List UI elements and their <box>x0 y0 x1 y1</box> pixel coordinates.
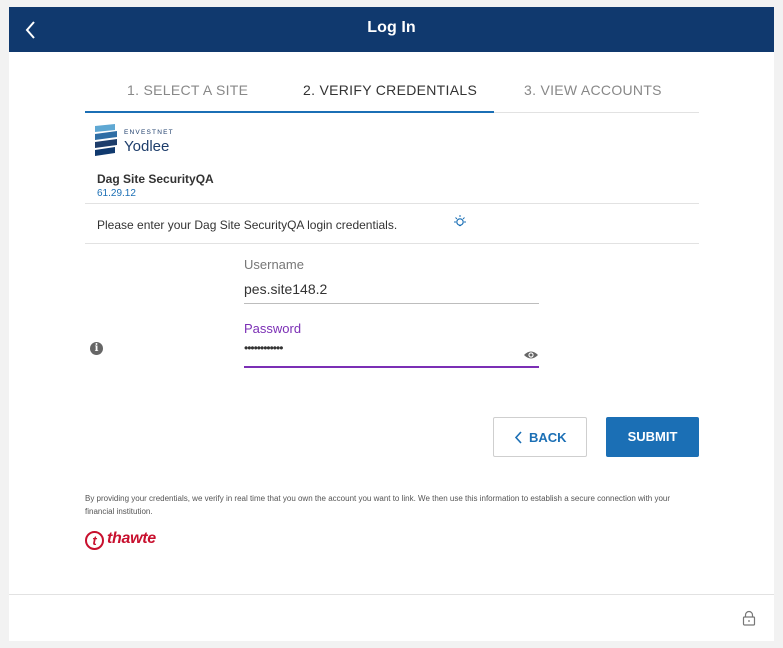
login-frame: Log In 1. SELECT A SITE 2. VERIFY CREDEN… <box>9 7 774 641</box>
chevron-left-icon <box>514 431 522 444</box>
header-bar: Log In <box>9 7 774 52</box>
thawte-text: thawte <box>107 530 156 547</box>
thawte-logo: t thawte <box>85 530 175 552</box>
thawte-mark: t <box>85 531 104 550</box>
back-button[interactable]: BACK <box>493 417 587 457</box>
site-version: 61.29.12 <box>97 188 136 199</box>
yodlee-logo-mark-icon <box>95 124 117 156</box>
disclaimer-text: By providing your credentials, we verify… <box>85 494 671 516</box>
username-input[interactable]: pes.site148.2 <box>244 281 327 297</box>
password-label: Password <box>244 321 302 336</box>
password-input[interactable]: •••••••••••• <box>244 341 283 355</box>
page-title: Log In <box>367 19 416 36</box>
info-icon[interactable]: i <box>90 342 103 355</box>
username-underline <box>244 303 539 304</box>
eye-icon[interactable] <box>523 349 539 361</box>
step-progress-underline <box>85 111 494 113</box>
divider <box>85 203 699 204</box>
instruction-text: Please enter your Dag Site SecurityQA lo… <box>97 218 398 232</box>
username-field[interactable]: Username pes.site148.2 <box>244 257 539 304</box>
step-view-accounts: 3. VIEW ACCOUNTS <box>524 82 662 98</box>
password-underline <box>244 366 539 368</box>
site-name: Dag Site SecurityQA <box>97 172 214 186</box>
lock-icon <box>742 610 756 626</box>
lightbulb-icon[interactable] <box>452 214 468 230</box>
step-select-a-site[interactable]: 1. SELECT A SITE <box>127 82 248 98</box>
yodlee-logo: ENVESTNET Yodlee <box>95 124 215 160</box>
logo-yodlee-text: Yodlee <box>124 138 170 155</box>
divider <box>85 243 699 244</box>
logo-envestnet-text: ENVESTNET <box>124 129 174 136</box>
step-verify-credentials: 2. VERIFY CREDENTIALS <box>303 82 478 98</box>
password-field[interactable]: Password •••••••••••• <box>244 321 539 368</box>
submit-button[interactable]: SUBMIT <box>606 417 699 457</box>
progress-steps: 1. SELECT A SITE 2. VERIFY CREDENTIALS 3… <box>85 77 699 113</box>
back-button-label: BACK <box>529 430 567 445</box>
username-label: Username <box>244 257 304 272</box>
footer-divider <box>9 594 774 595</box>
